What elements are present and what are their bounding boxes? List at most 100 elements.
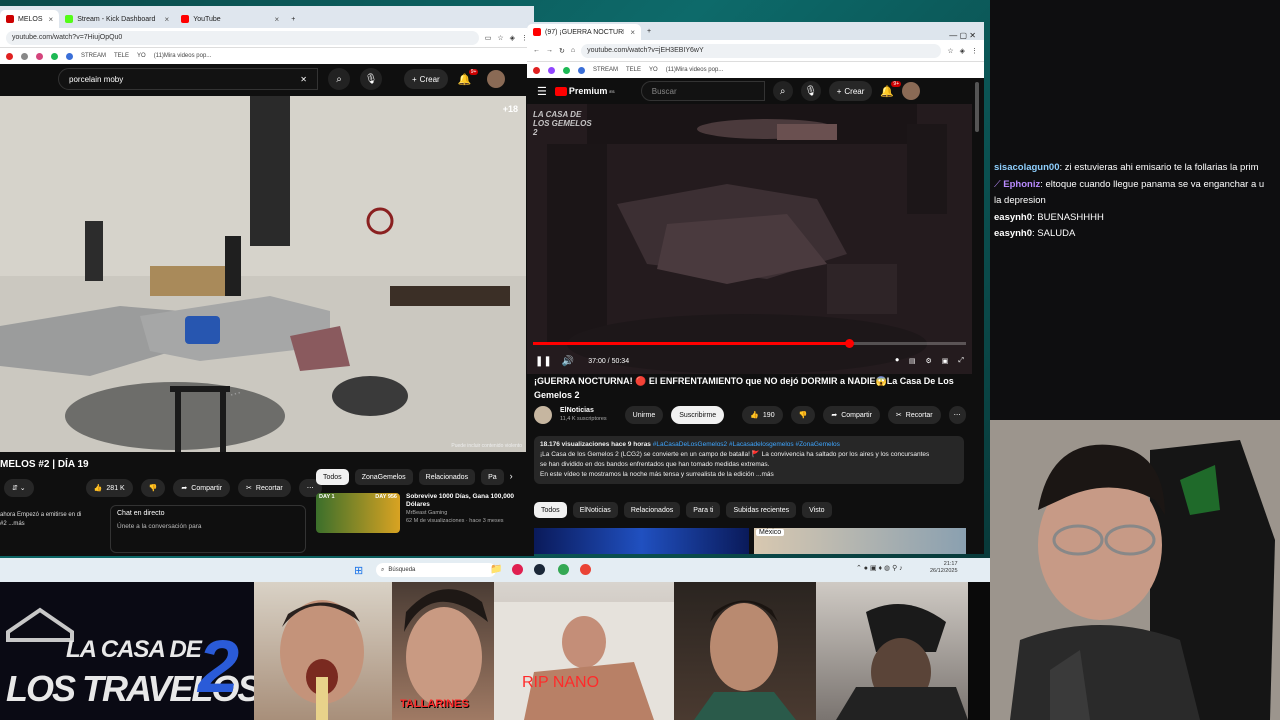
tab-youtube[interactable]: YouTube ×: [175, 10, 285, 28]
bookmark-stream[interactable]: STREAM: [593, 67, 618, 73]
forward-icon[interactable]: →: [546, 47, 553, 54]
channel-avatar[interactable]: [534, 406, 552, 424]
subscribe-button[interactable]: Suscribirme: [671, 406, 725, 424]
right-video-player[interactable]: LA CASA DE LOS GEMELOS 2 ❚❚ 🔊 37:00 / 50…: [527, 104, 972, 374]
address-bar[interactable]: youtube.com/watch?v=7HiujOpQu0: [6, 30, 479, 45]
chip-todos[interactable]: Todos: [316, 469, 349, 485]
bookmark-icon[interactable]: [578, 66, 585, 74]
chip-subidas-recientes[interactable]: Subidas recientes: [726, 502, 797, 518]
live-chat-join[interactable]: Únete a la conversación para: [117, 523, 299, 530]
bookmark-stream[interactable]: STREAM: [81, 53, 106, 59]
description-tags[interactable]: #LaCasaDeLosGemelos2 #Lacasadelosgemelos…: [651, 441, 840, 448]
share-button[interactable]: ➦ Compartir: [173, 479, 231, 497]
create-button[interactable]: + Crear: [828, 81, 873, 101]
star-icon[interactable]: ☆: [947, 47, 953, 55]
chip-more[interactable]: Pa: [481, 469, 504, 485]
window-controls[interactable]: — ▢ ✕: [941, 31, 984, 40]
clear-search-icon[interactable]: ✕: [300, 75, 307, 84]
bookmark-popular[interactable]: (11)Mira videos pop...: [666, 67, 724, 73]
close-icon[interactable]: ×: [165, 15, 170, 24]
bookmark-icon[interactable]: [548, 66, 555, 74]
cast-icon[interactable]: ▭: [485, 34, 492, 42]
menu-dots-icon[interactable]: ⋮: [971, 47, 978, 55]
pause-icon[interactable]: ❚❚: [535, 356, 552, 367]
bookmark-icon[interactable]: [51, 52, 58, 60]
close-icon[interactable]: ×: [275, 15, 280, 24]
search-icon[interactable]: ⌕: [772, 81, 793, 101]
extensions-icon[interactable]: ◈: [960, 47, 965, 55]
tab-kick[interactable]: Stream - Kick Dashboard ×: [59, 10, 175, 28]
progress-track[interactable]: [533, 339, 966, 348]
new-tab-button[interactable]: +: [285, 10, 301, 28]
autoplay-icon[interactable]: ⏺: [895, 357, 899, 365]
back-icon[interactable]: ←: [533, 47, 540, 54]
microphone-icon[interactable]: 🎙: [360, 68, 382, 90]
rec-thumbnail-1[interactable]: [534, 528, 749, 554]
left-video-player[interactable]: ... +18 Puede incluir contenido violento: [0, 96, 526, 452]
search-input[interactable]: porcelain moby ✕: [58, 68, 318, 90]
avatar[interactable]: [487, 70, 506, 88]
dislike-button[interactable]: 👎: [140, 479, 166, 497]
clip-button[interactable]: ✂ Recortar: [238, 479, 291, 497]
extensions-icon[interactable]: ◈: [510, 34, 515, 42]
autoplay-toggle[interactable]: ⇵ ⌄: [4, 479, 34, 497]
fullscreen-icon[interactable]: ⤢: [958, 357, 964, 365]
right-address-bar[interactable]: youtube.com/watch?v=jEH3EBIY6wY: [581, 43, 942, 58]
bookmark-tele[interactable]: TELE: [626, 67, 641, 73]
chip-visto[interactable]: Visto: [802, 502, 832, 518]
bookmark-yo[interactable]: YO: [137, 53, 146, 59]
bookmark-yo[interactable]: YO: [649, 67, 658, 73]
bookmark-icon[interactable]: [563, 66, 570, 74]
chip-todos[interactable]: Todos: [534, 502, 567, 518]
clip-button[interactable]: ✂ Recortar: [887, 406, 941, 424]
bookmark-icon[interactable]: [66, 52, 73, 60]
bookmark-icon[interactable]: [21, 52, 28, 60]
more-options-button[interactable]: ⋯: [948, 406, 966, 424]
bookmark-icon[interactable]: [36, 52, 43, 60]
reload-icon[interactable]: ↻: [559, 47, 565, 55]
description-box[interactable]: 18.176 visualizaciones hace 9 horas #LaC…: [534, 436, 964, 484]
home-icon[interactable]: ⌂: [571, 47, 575, 54]
bookmark-icon[interactable]: [6, 52, 13, 60]
right-search-input[interactable]: Buscar: [640, 81, 765, 101]
recommendation-card[interactable]: DAY 1 DAY 956 Sobrevive 1000 Días, Gana …: [316, 493, 516, 537]
clock[interactable]: 21:17 26/12/2025: [930, 561, 958, 575]
bell-icon[interactable]: 🔔 9+: [880, 80, 902, 98]
bookmark-icon[interactable]: [533, 66, 540, 74]
search-icon[interactable]: ⌕: [328, 68, 350, 90]
scrollbar-thumb[interactable]: [975, 82, 979, 132]
microphone-icon[interactable]: 🎙: [800, 81, 821, 101]
close-icon[interactable]: ×: [49, 15, 54, 24]
rec-thumbnail[interactable]: DAY 1 DAY 956: [316, 493, 400, 533]
settings-gear-icon[interactable]: ⚙: [925, 357, 931, 365]
like-button[interactable]: 👍 281 K: [85, 479, 133, 497]
progress-scrubber[interactable]: [845, 339, 855, 348]
chip-relacionados[interactable]: Relacionados: [623, 502, 681, 518]
avatar[interactable]: [902, 82, 921, 100]
close-icon[interactable]: ×: [630, 28, 635, 37]
start-icon[interactable]: ⊞: [354, 564, 363, 577]
join-button[interactable]: Unirme: [624, 406, 664, 424]
steam-icon[interactable]: [534, 564, 545, 575]
folder-icon[interactable]: 📁: [490, 564, 502, 575]
new-tab-button[interactable]: +: [641, 22, 657, 40]
tray-icons[interactable]: ⌃ ● ▣ ♦ ◍ ⚲ ♪: [856, 564, 903, 572]
miniplayer-icon[interactable]: ▣: [942, 357, 949, 365]
channel-name[interactable]: ElNoticias: [560, 406, 607, 415]
rec-thumbnail-2[interactable]: México: [754, 528, 966, 554]
dislike-button[interactable]: 👎: [790, 406, 816, 424]
tab-guerra-nocturna[interactable]: (97) ¡GUERRA NOCTURNA! ⚠ ×: [527, 24, 641, 40]
chip-para-ti[interactable]: Para ti: [686, 502, 721, 518]
chip-zonagemelos[interactable]: ZonaGemelos: [354, 469, 413, 485]
taskbar-search[interactable]: ⌕ Búsqueda: [376, 563, 496, 577]
share-button[interactable]: ➦ Compartir: [823, 406, 880, 424]
subtitles-icon[interactable]: ▤: [909, 357, 916, 365]
chevron-right-icon[interactable]: ›: [510, 469, 513, 485]
tab-youtube-left[interactable]: MELOS ×: [0, 10, 60, 28]
chrome-icon[interactable]: [580, 564, 591, 575]
bell-icon[interactable]: 🔔 9+: [458, 68, 479, 86]
chrome-icon[interactable]: [558, 564, 569, 575]
chip-relacionados[interactable]: Relacionados: [418, 469, 476, 485]
app-icon[interactable]: [512, 564, 523, 575]
create-button[interactable]: + Crear: [404, 69, 448, 89]
